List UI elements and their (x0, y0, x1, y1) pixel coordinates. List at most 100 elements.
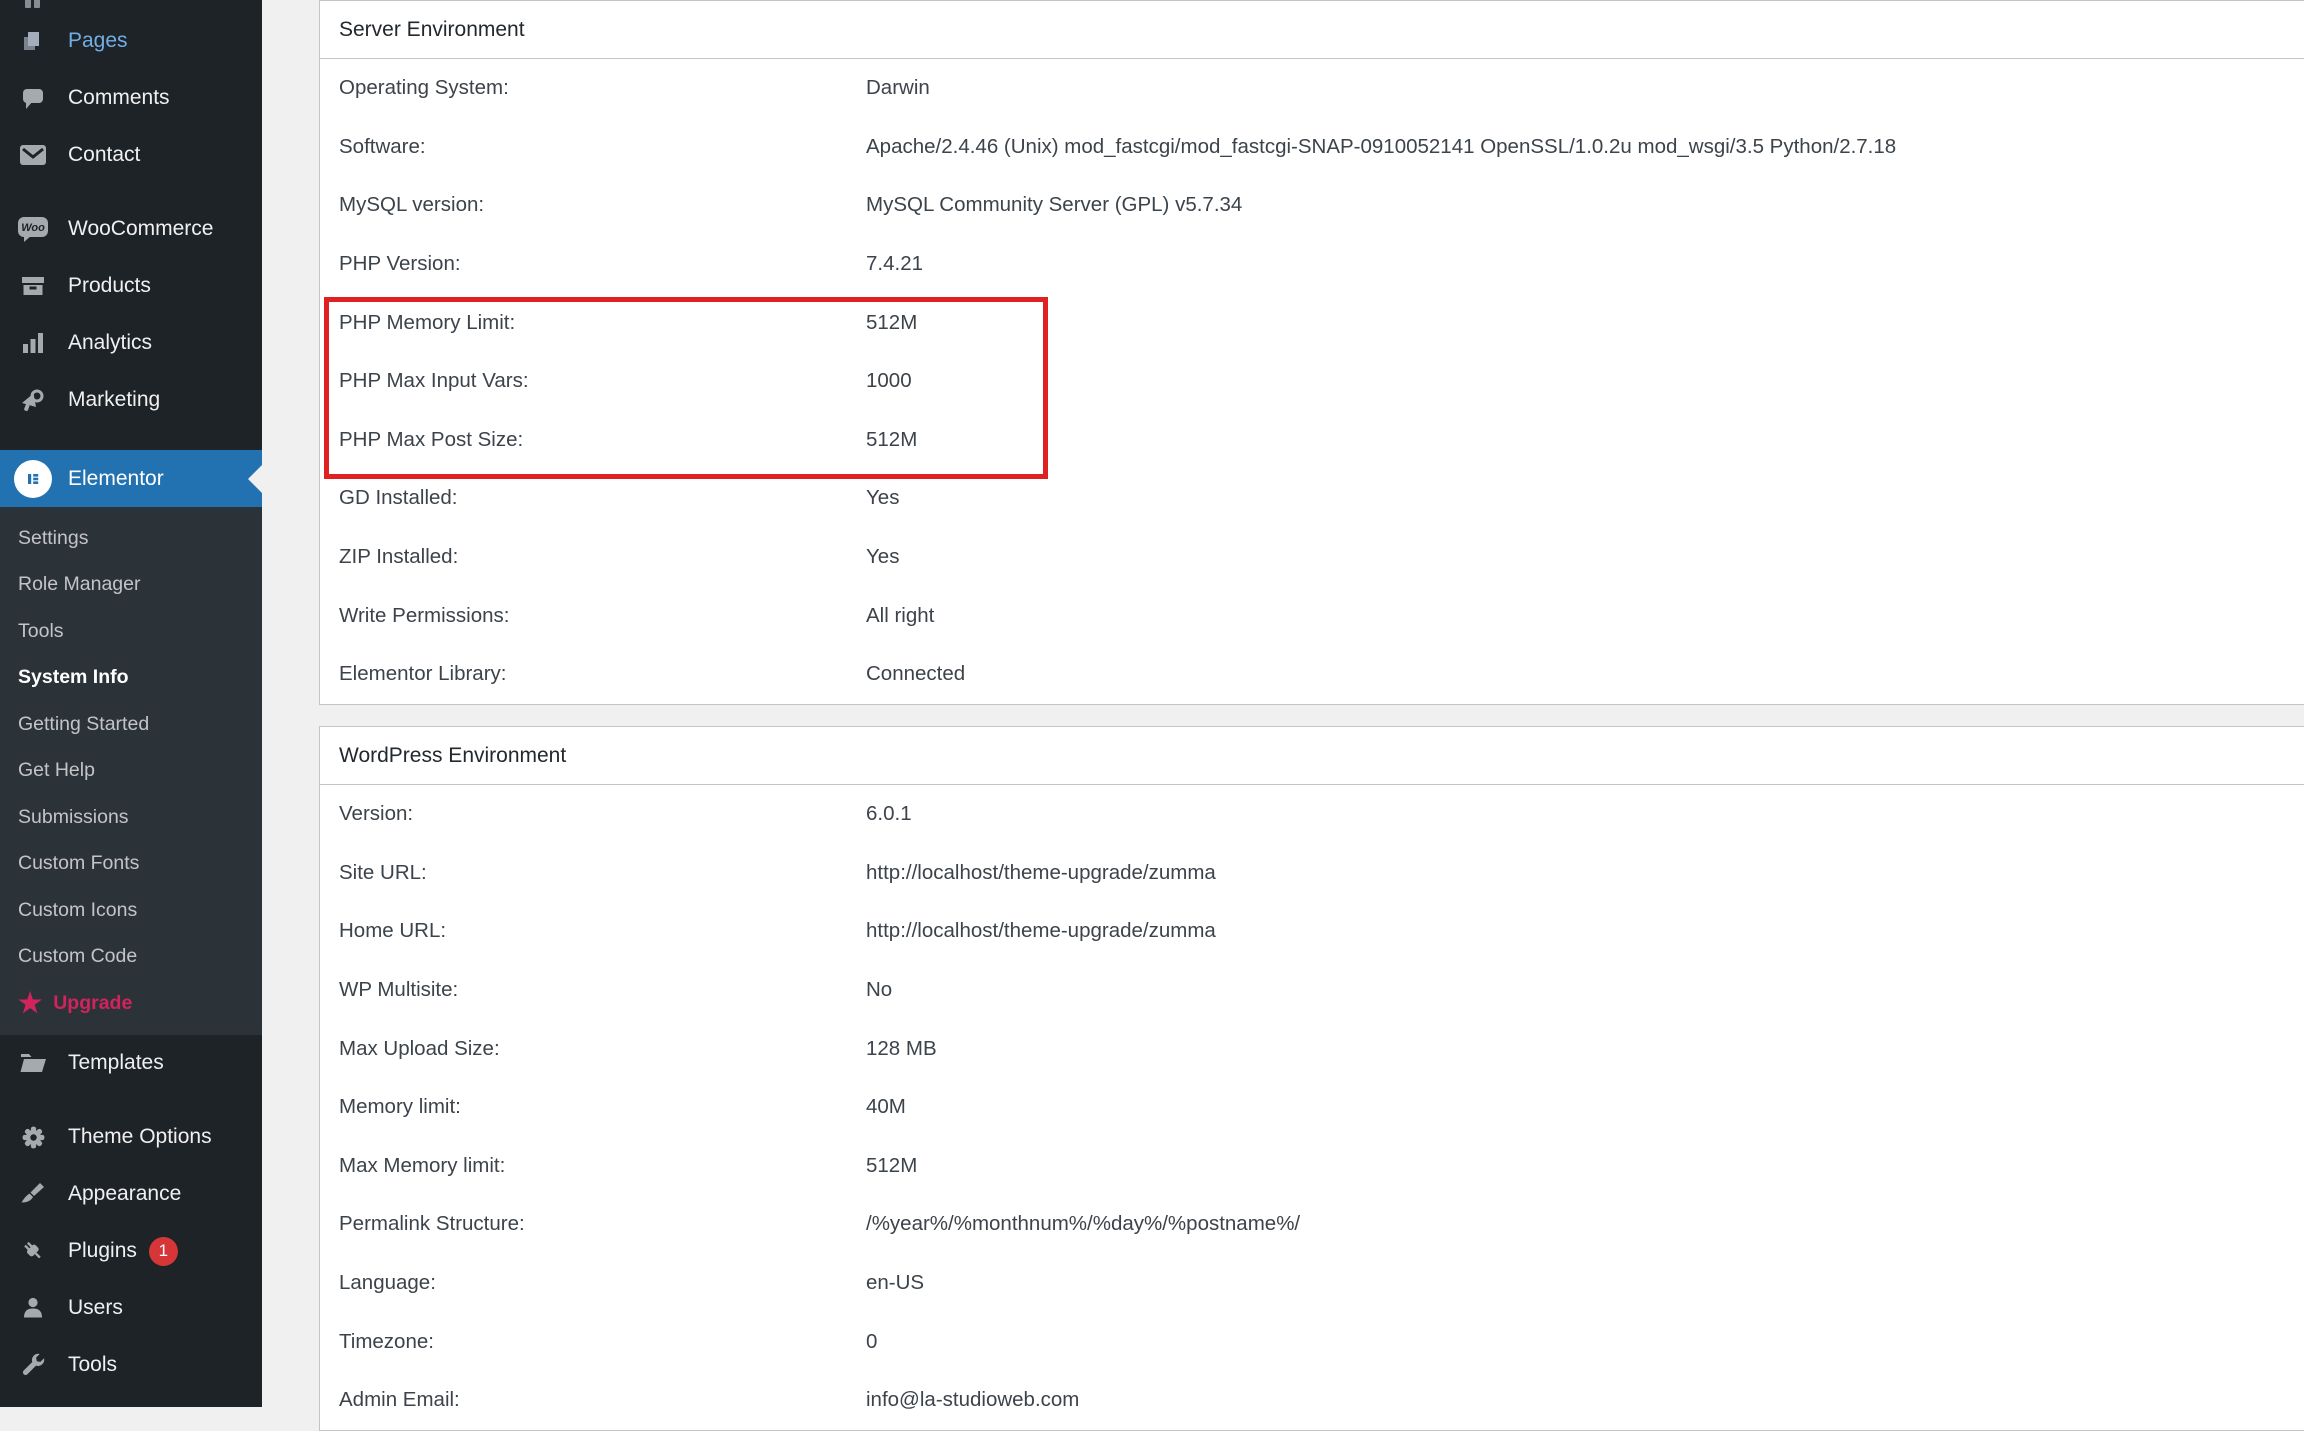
sidebar-item-tools[interactable]: Tools (0, 1337, 262, 1394)
sidebar-subitem-upgrade[interactable]: ★ Upgrade (0, 980, 262, 1027)
info-row: Version: 6.0.1 (320, 785, 2304, 844)
info-value: Yes (866, 486, 2304, 510)
sidebar-item-woocommerce[interactable]: Woo WooCommerce (0, 200, 262, 257)
info-row: Timezone: 0 (320, 1312, 2304, 1371)
info-row: PHP Max Post Size: 512M (320, 411, 2304, 470)
info-value: 0 (866, 1330, 2304, 1354)
info-label: WP Multisite: (320, 978, 866, 1002)
sidebar-subitem-settings[interactable]: Settings (0, 515, 262, 562)
info-value: 40M (866, 1095, 2304, 1119)
menu-separator (0, 428, 262, 450)
info-label: PHP Version: (320, 252, 866, 276)
info-value: http://localhost/theme-upgrade/zumma (866, 919, 2304, 943)
upgrade-label: Upgrade (53, 992, 132, 1015)
section-title: Server Environment (320, 1, 2304, 59)
brush-icon (13, 1181, 53, 1207)
wordpress-environment-card: WordPress Environment Version: 6.0.1 Sit… (319, 726, 2304, 1431)
info-value: No (866, 978, 2304, 1002)
sidebar-item-label: Theme Options (68, 1125, 212, 1149)
sidebar-item-label: Templates (68, 1051, 164, 1075)
info-value: 128 MB (866, 1037, 2304, 1061)
plug-icon (13, 1238, 53, 1264)
sidebar-subitem-role-manager[interactable]: Role Manager (0, 562, 262, 609)
megaphone-icon (13, 387, 53, 413)
sidebar-item-contact[interactable]: Contact (0, 126, 262, 183)
info-row: Max Memory limit: 512M (320, 1137, 2304, 1196)
info-value: Yes (866, 545, 2304, 569)
info-value: 1000 (866, 369, 2304, 393)
info-value: Connected (866, 662, 2304, 686)
info-label: Home URL: (320, 919, 866, 943)
sidebar-item-label: Pages (68, 29, 128, 53)
info-value: All right (866, 604, 2304, 628)
sidebar-item-products[interactable]: Products (0, 257, 262, 314)
sidebar-item-users[interactable]: Users (0, 1280, 262, 1337)
info-value: 512M (866, 1154, 2304, 1178)
sidebar-subitem-custom-code[interactable]: Custom Code (0, 934, 262, 981)
info-label: Version: (320, 802, 866, 826)
star-icon: ★ (18, 990, 42, 1017)
info-row: Write Permissions: All right (320, 586, 2304, 645)
elementor-logo-icon (14, 460, 52, 498)
sidebar-subitem-get-help[interactable]: Get Help (0, 748, 262, 795)
sidebar-item-marketing[interactable]: Marketing (0, 371, 262, 428)
sidebar-item-label: WooCommerce (68, 217, 213, 241)
info-row: Max Upload Size: 128 MB (320, 1019, 2304, 1078)
server-environment-card: Server Environment Operating System: Dar… (319, 0, 2304, 705)
info-label: PHP Max Input Vars: (320, 369, 866, 393)
svg-text:Woo: Woo (21, 222, 45, 234)
info-row: Home URL: http://localhost/theme-upgrade… (320, 902, 2304, 961)
info-value: en-US (866, 1271, 2304, 1295)
sidebar-item-label: Analytics (68, 331, 152, 355)
info-label: ZIP Installed: (320, 545, 866, 569)
sidebar-subitem-custom-fonts[interactable]: Custom Fonts (0, 841, 262, 888)
bar-chart-icon (13, 330, 53, 356)
info-row: PHP Max Input Vars: 1000 (320, 352, 2304, 411)
sidebar-item-label: Appearance (68, 1182, 181, 1206)
admin-sidebar: Pages Comments Contact Woo Wo (0, 0, 262, 1407)
sidebar-subitem-tools[interactable]: Tools (0, 608, 262, 655)
sidebar-item-appearance[interactable]: Appearance (0, 1166, 262, 1223)
sidebar-item-templates[interactable]: Templates (0, 1035, 262, 1092)
info-row: WP Multisite: No (320, 961, 2304, 1020)
info-label: Permalink Structure: (320, 1212, 866, 1236)
info-row: Language: en-US (320, 1254, 2304, 1313)
info-label: Operating System: (320, 76, 866, 100)
info-label: PHP Max Post Size: (320, 428, 866, 452)
gear-icon (13, 1124, 53, 1151)
sidebar-subitem-getting-started[interactable]: Getting Started (0, 701, 262, 748)
info-value: info@la-studioweb.com (866, 1388, 2304, 1412)
sidebar-item-pages[interactable]: Pages (0, 12, 262, 69)
sidebar-item-label: Products (68, 274, 151, 298)
info-value: 7.4.21 (866, 252, 2304, 276)
sidebar-item-analytics[interactable]: Analytics (0, 314, 262, 371)
menu-separator (0, 183, 262, 200)
info-label: Write Permissions: (320, 604, 866, 628)
info-label: Timezone: (320, 1330, 866, 1354)
sidebar-subitem-custom-icons[interactable]: Custom Icons (0, 887, 262, 934)
sidebar-item-comments[interactable]: Comments (0, 69, 262, 126)
info-label: Software: (320, 135, 866, 159)
info-label: MySQL version: (320, 193, 866, 217)
info-row: GD Installed: Yes (320, 469, 2304, 528)
sidebar-item-elementor[interactable]: Elementor (0, 450, 262, 507)
info-value: 6.0.1 (866, 802, 2304, 826)
sidebar-item-theme-options[interactable]: Theme Options (0, 1109, 262, 1166)
sidebar-item-plugins[interactable]: Plugins 1 (0, 1223, 262, 1280)
info-row: Elementor Library: Connected (320, 645, 2304, 704)
info-row: PHP Memory Limit: 512M (320, 293, 2304, 352)
sidebar-subitem-system-info[interactable]: System Info (0, 655, 262, 702)
sidebar-item-label: Plugins (68, 1239, 137, 1263)
info-label: Admin Email: (320, 1388, 866, 1412)
comment-icon (13, 85, 53, 111)
info-label: Max Memory limit: (320, 1154, 866, 1178)
sidebar-item-label: Marketing (68, 388, 160, 412)
info-value: 512M (866, 428, 2304, 452)
info-row: PHP Version: 7.4.21 (320, 235, 2304, 294)
sidebar-subitem-submissions[interactable]: Submissions (0, 794, 262, 841)
sidebar-item-label: Contact (68, 143, 140, 167)
info-value: MySQL Community Server (GPL) v5.7.34 (866, 193, 2304, 217)
pages-icon (13, 28, 53, 54)
cropped-menu-icon (0, 0, 262, 12)
info-label: Site URL: (320, 861, 866, 885)
